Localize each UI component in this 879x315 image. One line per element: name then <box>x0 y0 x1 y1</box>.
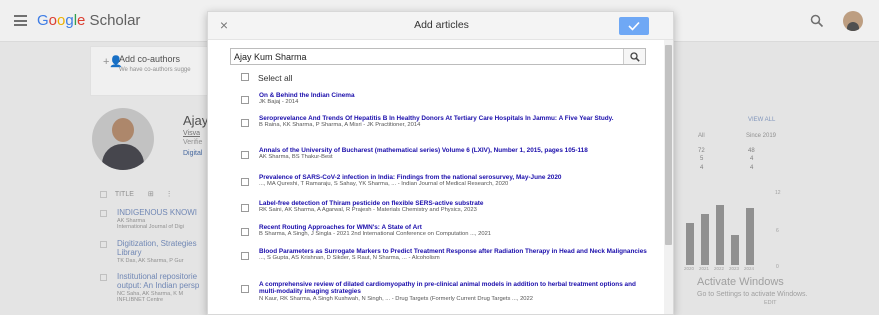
article-meta: ..., S Gupta, AS Krishnan, D Sikder, S R… <box>259 255 440 262</box>
article-meta: B Raina, KK Sharma, P Sharma, A Misri - … <box>259 122 421 129</box>
search-button[interactable] <box>623 49 645 64</box>
dialog-header: × Add articles <box>208 12 673 40</box>
article-title[interactable]: Blood Parameters as Surrogate Markers to… <box>259 248 654 255</box>
article-meta: B Sharma, A Singh, J Singla - 2021 2nd I… <box>259 231 492 238</box>
article-item: Blood Parameters as Surrogate Markers to… <box>259 248 654 262</box>
article-item: Recent Routing Approaches for WMN's: A S… <box>259 224 654 238</box>
article-checkbox[interactable] <box>241 285 249 293</box>
article-search-input[interactable] <box>231 49 623 64</box>
article-item: Seroprevelance And Trends Of Hepatitis B… <box>259 115 654 129</box>
article-checkbox[interactable] <box>241 228 249 236</box>
article-title[interactable]: Label-free detection of Thiram pesticide… <box>259 200 654 207</box>
add-articles-dialog: × Add articles Select all On & Behind th… <box>207 11 674 315</box>
article-meta: ..., MA Qureshi, T Ramaraju, S Sahay, YK… <box>259 181 509 188</box>
article-item: Prevalence of SARS-CoV-2 infection in In… <box>259 174 654 188</box>
article-checkbox[interactable] <box>241 151 249 159</box>
article-title[interactable]: On & Behind the Indian Cinema <box>259 92 654 99</box>
article-meta: AK Sharma, BS Thakur-Best <box>259 154 333 161</box>
article-title[interactable]: Annals of the University of Bucharest (m… <box>259 147 654 154</box>
article-checkbox[interactable] <box>241 252 249 260</box>
article-checkbox[interactable] <box>241 96 249 104</box>
article-checkbox[interactable] <box>241 119 249 127</box>
select-all-label[interactable]: Select all <box>258 73 293 83</box>
select-all-checkbox[interactable] <box>241 73 249 81</box>
article-title[interactable]: A comprehensive review of dilated cardio… <box>259 281 654 296</box>
article-title[interactable]: Recent Routing Approaches for WMN's: A S… <box>259 224 654 231</box>
article-item: On & Behind the Indian Cinema JK Bajaj -… <box>259 92 654 106</box>
checkmark-icon <box>628 21 640 31</box>
dialog-scrollbar[interactable] <box>664 40 673 314</box>
article-title[interactable]: Prevalence of SARS-CoV-2 infection in In… <box>259 174 654 181</box>
article-item: Annals of the University of Bucharest (m… <box>259 147 654 161</box>
scrollbar-thumb[interactable] <box>665 45 672 245</box>
article-title[interactable]: Seroprevelance And Trends Of Hepatitis B… <box>259 115 654 122</box>
article-search-box <box>230 48 646 65</box>
done-button[interactable] <box>619 17 649 35</box>
article-item: Label-free detection of Thiram pesticide… <box>259 200 654 214</box>
search-icon <box>630 52 640 62</box>
article-meta: N Kaur, RK Sharma, A Singh Kushwah, N Si… <box>259 295 533 302</box>
article-item: A comprehensive review of dilated cardio… <box>259 281 654 303</box>
article-meta: RK Saini, AK Sharma, A Agarwal, R Prajes… <box>259 207 477 214</box>
article-checkbox[interactable] <box>241 178 249 186</box>
article-meta: JK Bajaj - 2014 <box>259 99 299 106</box>
dialog-title: Add articles <box>414 19 469 31</box>
article-checkbox[interactable] <box>241 204 249 212</box>
